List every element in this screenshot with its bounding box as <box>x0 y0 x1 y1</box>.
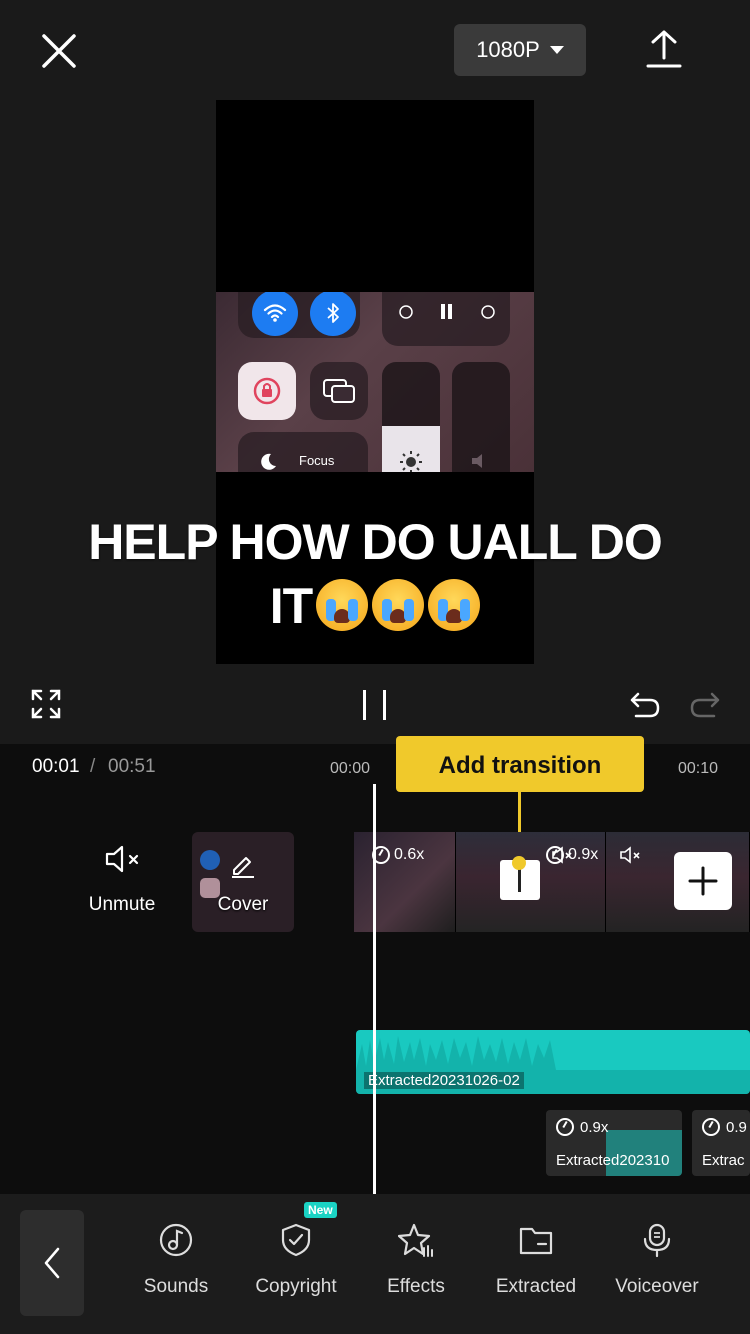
tool-voiceover-label: Voiceover <box>615 1276 699 1297</box>
tooltip-anchor-dot <box>512 856 526 870</box>
resolution-dropdown[interactable]: 1080P <box>454 24 586 76</box>
tool-effects[interactable]: Effects <box>356 1218 476 1308</box>
fullscreen-icon[interactable] <box>30 688 62 720</box>
close-icon[interactable] <box>36 28 82 74</box>
tool-copyright[interactable]: Copyright <box>236 1218 356 1308</box>
cover-label: Cover <box>217 894 269 915</box>
microphone-icon <box>643 1223 671 1258</box>
redo-icon[interactable] <box>688 688 722 722</box>
video-caption: HELP HOW DO UALL DO IT <box>0 510 750 638</box>
crying-emoji-icon <box>372 579 425 631</box>
ruler-tick-end: 00:10 <box>678 760 719 777</box>
current-time: 00:01 <box>32 756 80 777</box>
unmute-button[interactable]: Unmute <box>80 844 164 924</box>
clip-speed: 0.9x <box>546 846 598 864</box>
crying-emoji-icon <box>316 579 369 631</box>
clip-speed: 0.9 <box>702 1118 747 1136</box>
unmute-label: Unmute <box>88 894 156 915</box>
tool-sounds-label: Sounds <box>143 1276 209 1297</box>
chevron-left-icon <box>44 1247 60 1279</box>
audio-track-main[interactable]: Extracted20231026-02 <box>356 1030 750 1094</box>
edit-pencil-icon <box>232 857 254 878</box>
new-badge: New <box>304 1202 337 1218</box>
total-time: 00:51 <box>108 756 156 777</box>
ruler-tick-start: 00:00 <box>330 760 371 777</box>
crying-emoji-icon <box>428 579 481 631</box>
playback-controls <box>0 680 750 730</box>
add-clip-button[interactable] <box>674 852 732 910</box>
brightness-slider <box>382 362 440 472</box>
audio-track-label: Extracted20231026-02 <box>364 1072 524 1089</box>
rotation-lock-icon <box>238 362 296 420</box>
caption-line-2: IT <box>0 574 750 638</box>
wifi-icon <box>252 292 298 336</box>
shield-check-icon <box>281 1223 311 1257</box>
tool-voiceover[interactable]: Voiceover <box>597 1218 717 1308</box>
back-button[interactable] <box>20 1210 84 1316</box>
volume-slider <box>452 362 510 472</box>
focus-label: Focus <box>299 453 335 468</box>
undo-icon[interactable] <box>628 688 662 722</box>
media-tile <box>382 292 510 346</box>
speed-icon <box>702 1118 720 1136</box>
add-transition-tooltip[interactable]: Add transition <box>396 736 644 792</box>
audio-track-sub-1[interactable]: 0.9x Extracted202310 <box>546 1110 682 1176</box>
tool-effects-label: Effects <box>387 1276 445 1297</box>
clip-speed: 0.6x <box>372 846 424 864</box>
caption-line-1: HELP HOW DO UALL DO <box>88 514 663 570</box>
video-clip-1[interactable]: 0.6x <box>354 832 456 932</box>
music-note-icon <box>159 1223 193 1257</box>
star-effects-icon <box>398 1223 433 1257</box>
bluetooth-icon <box>310 292 356 336</box>
export-icon[interactable] <box>644 28 684 72</box>
speed-icon <box>546 846 564 864</box>
screen-mirroring-icon <box>310 362 368 420</box>
bottom-toolbar: Sounds Copyright Effects Extracted Voice… <box>0 1194 750 1334</box>
tool-extracted[interactable]: Extracted <box>476 1218 596 1308</box>
clip-speed: 0.9x <box>556 1118 608 1136</box>
control-center-screenshot: Focus <box>216 292 534 472</box>
audio-sub-label: Extrac <box>702 1152 745 1169</box>
tool-extracted-label: Extracted <box>495 1276 577 1297</box>
audio-sub-label: Extracted202310 <box>556 1152 670 1169</box>
tool-copyright-label: Copyright <box>255 1276 337 1297</box>
folder-icon <box>519 1227 553 1255</box>
tool-sounds[interactable]: Sounds <box>116 1218 236 1308</box>
caret-down-icon <box>549 46 564 54</box>
audio-track-sub-2[interactable]: 0.9 Extrac <box>692 1110 750 1176</box>
speed-icon <box>556 1118 574 1136</box>
muted-icon <box>620 846 640 864</box>
time-separator: / <box>90 756 96 777</box>
plus-icon <box>688 866 718 896</box>
top-bar: 1080P <box>0 0 750 100</box>
playhead[interactable] <box>373 784 376 1194</box>
resolution-label: 1080P <box>476 37 540 62</box>
cover-button[interactable]: Cover <box>192 832 294 932</box>
pause-icon[interactable] <box>360 688 390 722</box>
